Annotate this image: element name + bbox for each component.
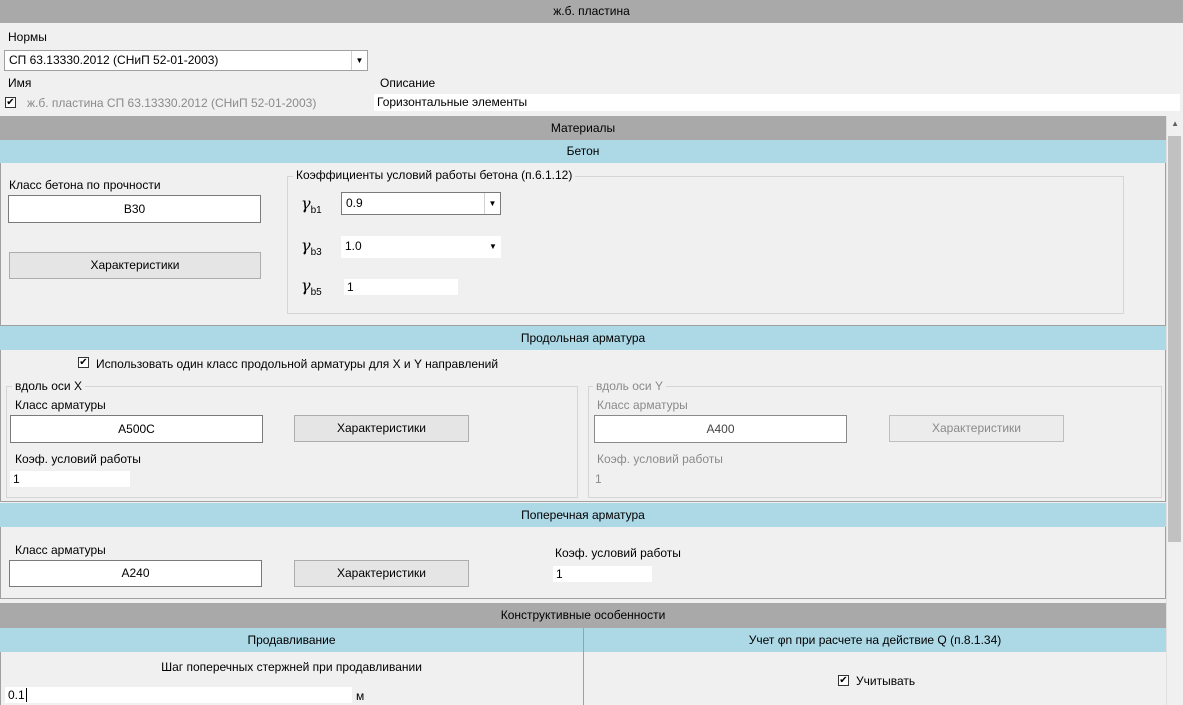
chevron-down-icon[interactable]: ▼ <box>351 51 367 70</box>
chevron-down-icon[interactable]: ▼ <box>485 236 501 258</box>
name-label: Имя <box>8 76 32 90</box>
x-class-label: Класс арматуры <box>15 398 106 412</box>
longitudinal-section-header: Продольная арматура <box>0 326 1166 350</box>
consider-label: Учитывать <box>856 674 916 688</box>
norms-select[interactable]: СП 63.13330.2012 (СНиП 52-01-2003) ▼ <box>4 50 368 71</box>
description-label: Описание <box>380 76 436 90</box>
y-class-label: Класс арматуры <box>597 398 688 412</box>
x-characteristics-button[interactable]: Характеристики <box>294 415 469 442</box>
gamma-b3-select[interactable]: 1.0 ▼ <box>341 236 501 258</box>
concrete-class-label: Класс бетона по прочности <box>9 178 161 192</box>
transverse-class-label: Класс арматуры <box>15 543 106 557</box>
gamma-b3-symbol: γb3 <box>301 236 322 259</box>
y-class-field: A400 <box>594 415 847 443</box>
y-axis-group-title: вдоль оси Y <box>593 379 666 393</box>
scrollbar-thumb[interactable] <box>1168 136 1181 542</box>
transverse-class-field[interactable]: A240 <box>9 560 262 587</box>
consider-checkbox[interactable]: ✔ <box>838 675 849 686</box>
concrete-class-field[interactable]: B30 <box>8 195 261 223</box>
gamma-b3-value: 1.0 <box>345 239 362 253</box>
name-value: ж.б. пластина СП 63.13330.2012 (СНиП 52-… <box>27 96 317 110</box>
norms-label: Нормы <box>8 30 47 44</box>
gamma-b5-symbol: γb5 <box>301 276 322 299</box>
y-coeff-label: Коэф. условий работы <box>597 452 723 466</box>
name-checkbox[interactable]: ✔ <box>5 97 16 108</box>
use-single-class-label: Использовать один класс продольной армат… <box>96 357 499 371</box>
step-value: 0.1 <box>8 688 25 702</box>
step-label: Шаг поперечных стержней при продавливани… <box>161 660 422 674</box>
transverse-coeff-field[interactable]: 1 <box>553 566 652 582</box>
concrete-characteristics-button[interactable]: Характеристики <box>9 252 261 279</box>
gamma-b1-symbol: γb1 <box>301 194 322 217</box>
y-characteristics-button: Характеристики <box>889 415 1064 442</box>
punching-section-header: Продавливание <box>0 628 583 652</box>
norms-selected-value: СП 63.13330.2012 (СНиП 52-01-2003) <box>9 53 219 67</box>
x-axis-group-title: вдоль оси X <box>12 379 85 393</box>
constructive-section-header: Конструктивные особенности <box>0 603 1166 628</box>
transverse-coeff-label: Коэф. условий работы <box>555 546 681 560</box>
gamma-b1-select[interactable]: 0.9 ▼ <box>341 192 501 215</box>
concrete-section-header: Бетон <box>0 140 1166 163</box>
transverse-characteristics-button[interactable]: Характеристики <box>294 560 469 587</box>
x-coeff-label: Коэф. условий работы <box>15 452 141 466</box>
x-coeff-field[interactable]: 1 <box>10 471 130 487</box>
scroll-up-icon[interactable]: ▲ <box>1171 119 1179 128</box>
materials-section-header: Материалы <box>0 116 1166 140</box>
column-divider <box>583 628 584 705</box>
step-unit: м <box>356 689 365 703</box>
text-cursor <box>25 688 27 702</box>
x-class-field[interactable]: A500C <box>10 415 263 443</box>
transverse-section-header: Поперечная арматура <box>0 503 1166 527</box>
step-field[interactable]: 0.1 <box>5 687 352 703</box>
phi-section-header: Учет φn при расчете на действие Q (п.8.1… <box>584 628 1166 652</box>
gamma-b5-field[interactable]: 1 <box>344 279 458 295</box>
description-field[interactable]: Горизонтальные элементы <box>374 94 1180 111</box>
window-title: ж.б. пластина <box>0 0 1183 23</box>
concrete-coeff-group-title: Коэффициенты условий работы бетона (п.6.… <box>293 168 576 182</box>
gamma-b1-value: 0.9 <box>346 196 363 210</box>
chevron-down-icon[interactable]: ▼ <box>484 193 500 214</box>
use-single-class-checkbox[interactable]: ✔ <box>78 357 89 368</box>
y-coeff-value: 1 <box>595 472 602 486</box>
